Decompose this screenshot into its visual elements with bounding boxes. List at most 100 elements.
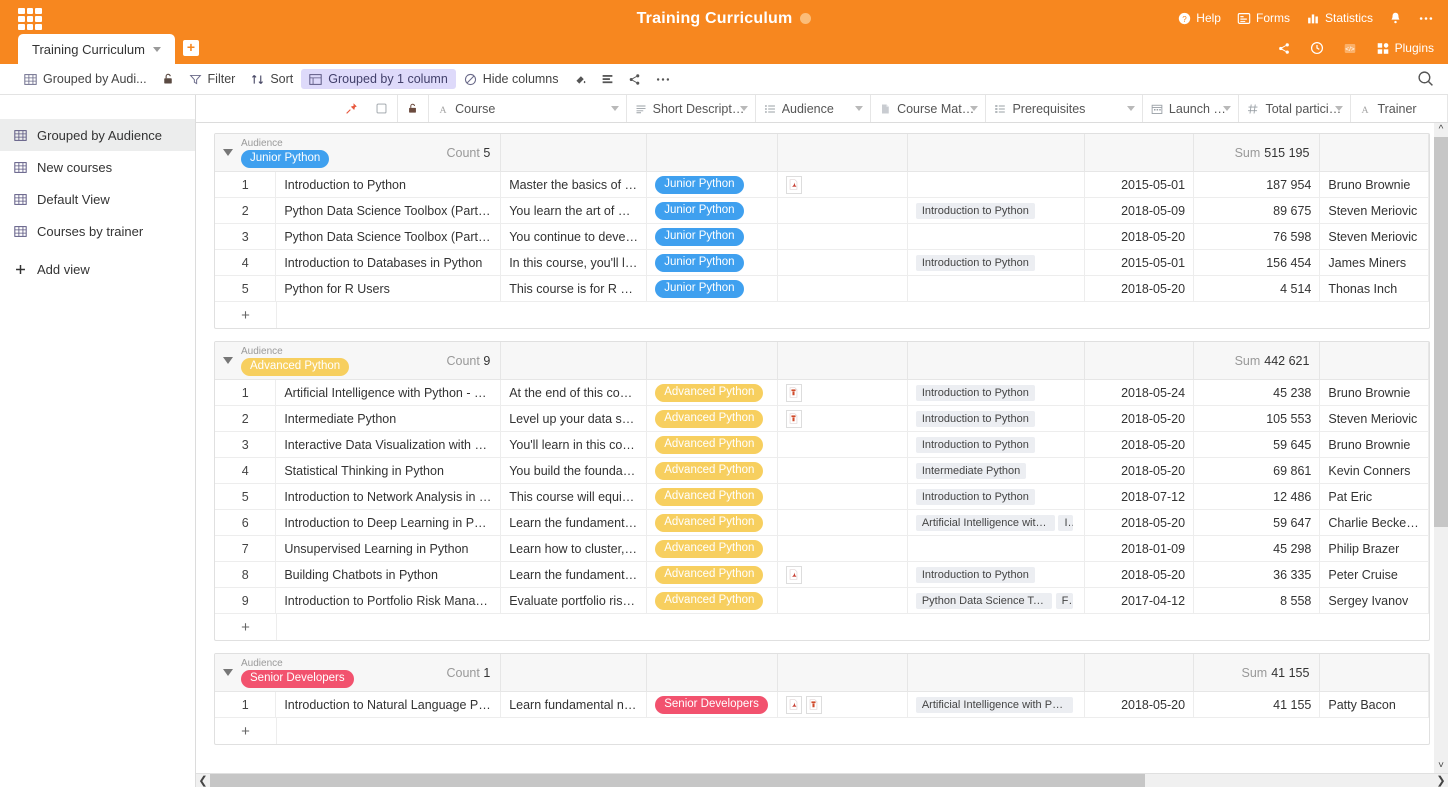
cell-total-participants[interactable]: 36 335	[1194, 562, 1321, 587]
column-header-trainer[interactable]: A Trainer	[1351, 95, 1448, 122]
cell-launch-date[interactable]: 2018-05-09	[1085, 198, 1195, 223]
chevron-down-icon[interactable]	[970, 106, 979, 111]
cell-launch-date[interactable]: 2018-05-20	[1085, 406, 1195, 431]
table-row[interactable]: 5 Python for R Users This course is for R …	[215, 276, 1429, 302]
prerequisite-chip[interactable]: Intermediate Python	[915, 462, 1027, 479]
cell-course[interactable]: Introduction to Natural Language Proces.…	[276, 692, 502, 717]
cell-course[interactable]: Introduction to Databases in Python	[276, 250, 502, 275]
cell-trainer[interactable]: Charlie Beckenfie	[1320, 510, 1429, 535]
cell-course[interactable]: Intermediate Python	[276, 406, 502, 431]
cell-course-material[interactable]	[778, 198, 908, 223]
prerequisite-chip[interactable]: Introduction to Python	[915, 436, 1035, 453]
pin-column-button[interactable]	[196, 95, 366, 122]
cell-prerequisites[interactable]: Introduction to Python	[908, 484, 1086, 509]
prerequisite-chip[interactable]: Python Data Science Toolbox (...	[915, 592, 1053, 609]
forms-button[interactable]: Forms	[1237, 11, 1290, 25]
attachment-pdf-icon[interactable]	[785, 175, 802, 194]
cell-total-participants[interactable]: 156 454	[1194, 250, 1321, 275]
cell-trainer[interactable]: Sergey Ivanov	[1320, 588, 1429, 613]
add-record-row[interactable]: +	[215, 718, 1429, 744]
cell-short-description[interactable]: Learn fundamental nat...	[501, 692, 648, 717]
code-button[interactable]: </>	[1343, 42, 1357, 55]
prerequisite-chip[interactable]: Introduction to Python	[915, 566, 1035, 583]
cell-prerequisites[interactable]: Introduction to Python	[908, 562, 1086, 587]
sidebar-item-new-courses[interactable]: New courses	[0, 151, 195, 183]
toolbar-row-height-button[interactable]	[594, 70, 621, 89]
share-button[interactable]	[1277, 42, 1291, 55]
cell-course-material[interactable]	[778, 536, 908, 561]
add-view-button[interactable]: Add view	[0, 253, 195, 285]
cell-launch-date[interactable]: 2018-05-20	[1085, 432, 1195, 457]
cell-trainer[interactable]: Steven Meriovic	[1320, 198, 1429, 223]
table-row[interactable]: 1 Artificial Intelligence with Python - G…	[215, 380, 1429, 406]
cell-short-description[interactable]: Evaluate portfolio risk ...	[501, 588, 648, 613]
cell-short-description[interactable]: Master the basics of da...	[501, 172, 648, 197]
cell-prerequisites[interactable]: Python Data Science Toolbox (... F	[908, 588, 1086, 613]
cell-total-participants[interactable]: 59 645	[1194, 432, 1321, 457]
cell-trainer[interactable]: Pat Eric	[1320, 484, 1429, 509]
cell-launch-date[interactable]: 2018-05-20	[1085, 692, 1195, 717]
cell-launch-date[interactable]: 2018-05-24	[1085, 380, 1195, 405]
cell-short-description[interactable]: You build the foundati...	[501, 458, 648, 483]
toolbar-share-button[interactable]	[621, 70, 648, 89]
table-row[interactable]: 2 Python Data Science Toolbox (Part 1) You…	[215, 198, 1429, 224]
cell-prerequisites[interactable]: Introduction to Python	[908, 432, 1086, 457]
add-tab-button[interactable]: +	[182, 40, 199, 56]
cell-course-material[interactable]	[778, 406, 908, 431]
cell-trainer[interactable]: Thonas Inch	[1320, 276, 1429, 301]
cell-course[interactable]: Introduction to Python	[276, 172, 502, 197]
cell-audience[interactable]: Junior Python	[647, 224, 778, 249]
cell-total-participants[interactable]: 41 155	[1194, 692, 1321, 717]
toolbar-filter[interactable]: Filter	[181, 69, 244, 89]
cell-course-material[interactable]	[778, 562, 908, 587]
cell-short-description[interactable]: You learn the art of wri...	[501, 198, 648, 223]
table-row[interactable]: 2 Intermediate Python Level up your data s…	[215, 406, 1429, 432]
plugins-button[interactable]: Plugins	[1376, 41, 1434, 55]
cell-audience[interactable]: Senior Developers	[647, 692, 778, 717]
cell-total-participants[interactable]: 59 647	[1194, 510, 1321, 535]
cell-total-participants[interactable]: 45 238	[1194, 380, 1321, 405]
cell-course-material[interactable]	[778, 458, 908, 483]
scroll-right-button[interactable]: ❯	[1434, 775, 1448, 787]
add-record-button[interactable]: +	[215, 302, 277, 328]
cell-course[interactable]: Python Data Science Toolbox (Part 1)	[276, 198, 502, 223]
prerequisite-chip[interactable]: Introduction to Python	[915, 254, 1035, 271]
column-header-short-description[interactable]: Short Description	[627, 95, 756, 122]
cell-audience[interactable]: Advanced Python	[647, 406, 778, 431]
cell-prerequisites[interactable]: Introduction to Python	[908, 406, 1086, 431]
cell-trainer[interactable]: James Miners	[1320, 250, 1429, 275]
cell-course-material[interactable]	[778, 432, 908, 457]
prerequisite-chip[interactable]: Artificial Intelligence with Pytho...	[915, 514, 1055, 531]
cell-total-participants[interactable]: 105 553	[1194, 406, 1321, 431]
cell-audience[interactable]: Junior Python	[647, 172, 778, 197]
sidebar-item-default-view[interactable]: Default View	[0, 183, 195, 215]
column-header-prerequisites[interactable]: Prerequisites	[986, 95, 1143, 122]
cell-course[interactable]: Interactive Data Visualization with Boke…	[276, 432, 502, 457]
table-row[interactable]: 1Introduction to Natural Language Proces…	[215, 692, 1429, 718]
group-collapse-toggle[interactable]	[223, 149, 233, 156]
cell-course-material[interactable]	[778, 380, 908, 405]
toolbar-more-button[interactable]	[648, 70, 678, 89]
toolbar-lock-button[interactable]	[155, 69, 181, 89]
column-header-course[interactable]: A Course	[429, 95, 627, 122]
cell-launch-date[interactable]: 2018-05-20	[1085, 510, 1195, 535]
table-row[interactable]: 6 Introduction to Deep Learning in Python…	[215, 510, 1429, 536]
cell-launch-date[interactable]: 2018-05-20	[1085, 224, 1195, 249]
table-row[interactable]: 3 Interactive Data Visualization with Bok…	[215, 432, 1429, 458]
cell-course[interactable]: Artificial Intelligence with Python - Ge…	[276, 380, 502, 405]
chevron-down-icon[interactable]	[152, 47, 161, 52]
attachment-pdf-icon[interactable]	[785, 695, 802, 714]
cell-course-material[interactable]	[778, 588, 908, 613]
cell-trainer[interactable]: Steven Meriovic	[1320, 224, 1429, 249]
cell-short-description[interactable]: Learn the fundamental...	[501, 562, 648, 587]
scroll-left-button[interactable]: ❮	[196, 775, 210, 787]
prerequisite-chip[interactable]: Introduction to Python	[915, 384, 1035, 401]
table-row[interactable]: 7 Unsupervised Learning in Python Learn ho…	[215, 536, 1429, 562]
cell-audience[interactable]: Advanced Python	[647, 536, 778, 561]
cell-short-description[interactable]: Level up your data scie...	[501, 406, 648, 431]
attachment-pdf-icon[interactable]	[785, 565, 802, 584]
sidebar-item-grouped-by-audience[interactable]: Grouped by Audience	[0, 119, 195, 151]
cell-prerequisites[interactable]: Artificial Intelligence with Pytho...	[908, 692, 1086, 717]
cell-trainer[interactable]: Bruno Brownie	[1320, 432, 1429, 457]
chevron-down-icon[interactable]	[1335, 106, 1344, 111]
